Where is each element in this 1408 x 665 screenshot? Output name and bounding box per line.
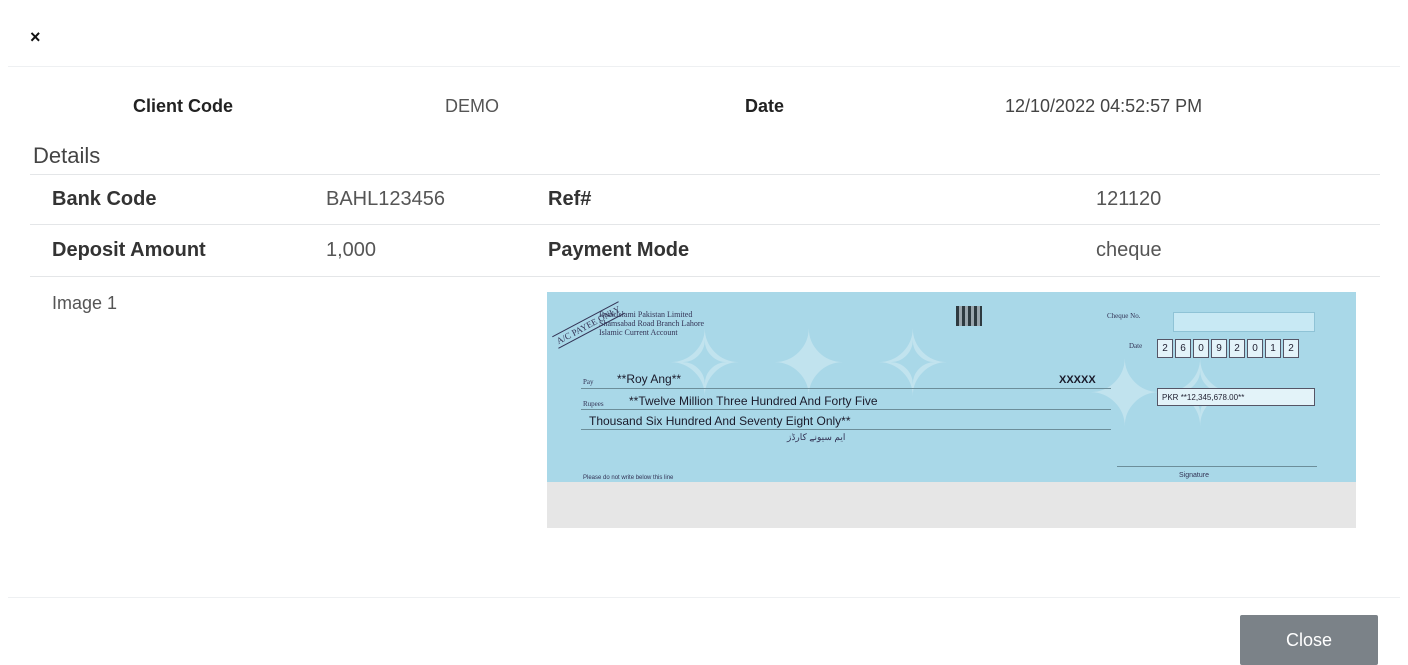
row-separator xyxy=(30,276,1380,277)
details-title: Details xyxy=(33,143,101,168)
bank-line: Shamsabad Road Branch Lahore xyxy=(599,319,705,328)
row-separator xyxy=(30,224,1380,225)
signature-rule xyxy=(1117,466,1317,467)
bank-code-value: BAHL123456 xyxy=(326,188,445,210)
amount-figures: **12,345,678.00** xyxy=(1180,393,1245,402)
date-digit: 2 xyxy=(1157,339,1173,358)
urdu-text: ایم سیونے کارڈز xyxy=(787,432,846,442)
rupees-label: Rupees xyxy=(583,400,604,408)
signature-label: Signature xyxy=(1179,472,1209,479)
image-label: Image 1 xyxy=(52,293,118,313)
client-info-row: Client Code DEMO Date 12/10/2022 04:52:5… xyxy=(0,96,1408,120)
date-label: Date xyxy=(745,96,785,116)
deposit-amount-label: Deposit Amount xyxy=(52,239,206,261)
client-code-label: Client Code xyxy=(133,96,234,116)
bank-line: BankIslami Pakistan Limited xyxy=(599,310,693,319)
ref-value: 121120 xyxy=(1096,188,1162,210)
cheque-date-boxes: 2 6 0 9 2 0 1 2 xyxy=(1157,339,1299,358)
date-digit: 1 xyxy=(1265,339,1281,358)
cheque-footnote: Please do not write below this line xyxy=(583,475,674,481)
qr-code-icon xyxy=(956,306,982,326)
payee-name: **Roy Ang** xyxy=(617,372,682,386)
amount-rule xyxy=(581,409,1111,410)
ref-label: Ref# xyxy=(548,188,592,210)
amount-words-line-1: **Twelve Million Three Hundred And Forty… xyxy=(629,394,878,408)
date-digit: 2 xyxy=(1229,339,1245,358)
amount-figures-label: PKR xyxy=(1162,393,1179,402)
pay-label: Pay xyxy=(583,378,594,386)
date-digit: 0 xyxy=(1193,339,1209,358)
amount-rule xyxy=(581,429,1111,430)
bearer-mark: XXXXX xyxy=(1059,374,1096,386)
bank-code-label: Bank Code xyxy=(52,188,157,210)
bank-name-block: BankIslami Pakistan Limited Shamsabad Ro… xyxy=(599,310,704,337)
date-value: 12/10/2022 04:52:57 PM xyxy=(1005,96,1203,116)
date-digit: 9 xyxy=(1211,339,1227,358)
bank-line: Islamic Current Account xyxy=(599,328,678,337)
cheque-no-label: Cheque No. xyxy=(1107,312,1141,320)
deposit-amount-value: 1,000 xyxy=(326,239,377,261)
amount-words-line-2: Thousand Six Hundred And Seventy Eight O… xyxy=(589,414,851,428)
cheque-body: ✧ ✦ ✧ ✦✧ A/C PAYEE ONLY BankIslami Pakis… xyxy=(547,292,1356,482)
date-digit: 2 xyxy=(1283,339,1299,358)
close-icon[interactable]: × xyxy=(30,28,41,46)
close-button[interactable]: Close xyxy=(1240,615,1378,665)
details-top-line xyxy=(30,174,1380,175)
amount-figures-box: PKR **12,345,678.00** xyxy=(1157,388,1315,406)
cheque-date-label: Date xyxy=(1129,342,1143,350)
cheque-image[interactable]: ✧ ✦ ✧ ✦✧ A/C PAYEE ONLY BankIslami Pakis… xyxy=(547,292,1356,528)
client-code-value: DEMO xyxy=(445,96,499,116)
payee-rule xyxy=(581,388,1111,389)
payment-mode-value: cheque xyxy=(1096,239,1162,261)
cheque-no-box xyxy=(1173,312,1315,332)
date-digit: 0 xyxy=(1247,339,1263,358)
payment-mode-label: Payment Mode xyxy=(548,239,690,261)
header-divider xyxy=(8,66,1400,67)
footer-divider xyxy=(8,597,1400,598)
date-digit: 6 xyxy=(1175,339,1191,358)
